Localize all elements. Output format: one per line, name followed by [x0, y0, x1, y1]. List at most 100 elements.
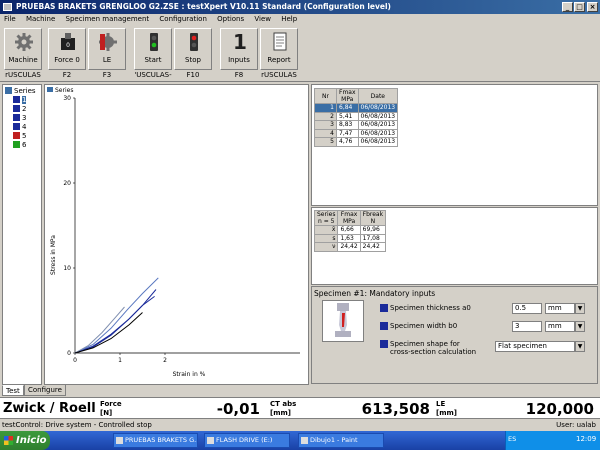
report-icon — [273, 32, 287, 51]
table-cell: 6,66 — [337, 225, 361, 235]
task-flash-drive[interactable]: FLASH DRIVE (E:) — [204, 433, 290, 448]
thickness-unit-dropdown-icon[interactable]: ▼ — [575, 303, 585, 314]
le-key: F3 — [102, 71, 112, 79]
table-row[interactable]: s 1,63 17,08 — [313, 233, 387, 243]
le-readout-label: LE — [436, 400, 446, 408]
menu-bar: File Machine Specimen management Configu… — [0, 14, 600, 25]
column-header[interactable]: Nr — [314, 88, 337, 104]
menu-options[interactable]: Options — [217, 15, 244, 23]
maximize-button[interactable]: □ — [574, 2, 585, 12]
tree-item-6[interactable]: 6 — [13, 141, 26, 150]
table-cell: 4 — [314, 128, 337, 138]
table-row[interactable]: 4 7,47 06/08/2013 — [314, 128, 399, 138]
column-header[interactable]: Fmax MPa — [336, 88, 359, 104]
le-button[interactable]: LE — [88, 28, 126, 70]
results-table: Nr Fmax MPa Date 1 6,84 06/08/2013 2 5,41 06/08/2… — [314, 88, 399, 147]
tree-item-2[interactable]: 2 — [13, 105, 26, 114]
thickness-input[interactable]: 0.5 — [512, 303, 542, 314]
task-paint[interactable]: Dibujo1 - Paint — [298, 433, 384, 448]
header-unit: N — [370, 218, 376, 225]
column-header[interactable]: Fmax MPa — [337, 210, 361, 226]
column-header[interactable]: Series n = 5 — [313, 210, 339, 226]
table-row[interactable]: 5 4,76 06/08/2013 — [314, 137, 399, 147]
report-button[interactable]: Report — [260, 28, 298, 70]
width-unit-select[interactable]: mm — [545, 321, 575, 332]
menu-file[interactable]: File — [4, 15, 16, 23]
task-testxpert[interactable]: PRUEBAS BRAKETS G... — [113, 433, 198, 448]
inputs-key: F8 — [234, 71, 244, 79]
table-cell: x̄ — [313, 225, 339, 235]
report-key: rUSCULAS — [261, 71, 297, 79]
table-row[interactable]: x̄ 6,66 69,96 — [313, 225, 387, 235]
language-indicator[interactable]: ES — [508, 435, 516, 443]
specimen-icon — [13, 123, 20, 130]
table-row[interactable]: 3 8,83 06/08/2013 — [314, 120, 399, 130]
column-header[interactable]: Date — [357, 88, 399, 104]
tree-item-5[interactable]: 5 — [13, 132, 26, 141]
legend-label: Series — [55, 87, 73, 94]
tree-item-3[interactable]: 3 — [13, 114, 26, 123]
status-line: testControl: Drive system - Controlled s… — [0, 420, 600, 431]
x-tick-label: 1 — [118, 357, 122, 364]
tree-root-series[interactable]: Series — [5, 87, 36, 96]
legend-icon — [47, 87, 53, 92]
column-header[interactable]: Fbreak N — [359, 210, 387, 226]
table-row[interactable]: 1 6,84 06/08/2013 — [314, 103, 399, 113]
shape-dropdown-icon[interactable]: ▼ — [575, 341, 585, 352]
width-icon — [380, 322, 388, 330]
minimize-button[interactable]: _ — [562, 2, 573, 12]
table-cell: 06/08/2013 — [357, 128, 399, 138]
windows-logo-icon — [4, 436, 13, 445]
stress-strain-chart: Series 0 10 20 30 0 1 2 Strain in % Stress in … — [47, 87, 300, 378]
report-label: Report — [267, 56, 291, 64]
inputs-button[interactable]: 1 Inputs — [220, 28, 258, 70]
table-cell: 5 — [314, 137, 337, 147]
stats-table: Series n = 5 Fmax MPa Fbreak Nx̄ 6,66 69,96 s 1,6… — [313, 210, 387, 252]
table-cell: 2 — [314, 111, 337, 121]
menu-help[interactable]: Help — [281, 15, 297, 23]
start-key: 'USCULAS- — [134, 71, 172, 79]
menu-configuration[interactable]: Configuration — [159, 15, 206, 23]
tree-item-1[interactable]: 1 — [13, 96, 27, 105]
table-cell: 06/08/2013 — [357, 103, 399, 113]
series-folder-icon — [5, 87, 12, 94]
width-unit-dropdown-icon[interactable]: ▼ — [575, 321, 585, 332]
tab-test[interactable]: Test — [2, 385, 24, 396]
thickness-unit-select[interactable]: mm — [545, 303, 575, 314]
taskbar: Inicio PRUEBAS BRAKETS G... FLASH DRIVE … — [0, 431, 600, 450]
shape-select[interactable]: Flat specimen — [495, 341, 575, 352]
specimen-title: Specimen #1: Mandatory inputs — [314, 289, 436, 298]
specimen-clamp-icon — [335, 303, 351, 337]
y-tick-label: 10 — [63, 265, 71, 272]
ct-label: CT abs — [270, 400, 297, 408]
header-line: Fbreak — [362, 211, 384, 218]
table-cell: 69,96 — [359, 225, 387, 235]
table-cell: 06/08/2013 — [357, 137, 399, 147]
menu-machine[interactable]: Machine — [26, 15, 55, 23]
start-button[interactable]: Start — [134, 28, 172, 70]
brand-logo: Zwick / Roell — [3, 401, 96, 416]
force-zero-icon: 0 — [61, 33, 75, 50]
menu-specimen-management[interactable]: Specimen management — [66, 15, 150, 23]
specimen-icon — [13, 114, 20, 121]
tab-configure[interactable]: Configure — [24, 385, 66, 396]
readout-bar: Zwick / Roell Force [N] -0,01 CT abs [mm… — [0, 397, 600, 419]
start-menu-button[interactable]: Inicio — [0, 431, 50, 450]
svg-text:0: 0 — [66, 42, 70, 49]
close-button[interactable]: × — [587, 2, 598, 12]
x-tick-label: 0 — [73, 357, 77, 364]
width-input[interactable]: 3 — [512, 321, 542, 332]
table-cell: 17,08 — [359, 233, 387, 243]
table-row[interactable]: ν 24,42 24,42 — [313, 242, 387, 252]
tree-item-4[interactable]: 4 — [13, 123, 26, 132]
header-line: Fmax — [339, 89, 356, 96]
table-row[interactable]: 2 5,41 06/08/2013 — [314, 111, 399, 121]
menu-view[interactable]: View — [254, 15, 271, 23]
thickness-icon — [380, 304, 388, 312]
machine-label: Machine — [8, 56, 38, 64]
window-title: PRUEBAS BRAKETS GRENGLOO G2.ZSE : testXp… — [16, 2, 391, 11]
folder-icon — [207, 437, 214, 444]
machine-button[interactable]: Machine — [4, 28, 42, 70]
stop-button[interactable]: Stop — [174, 28, 212, 70]
force-zero-button[interactable]: 0 Force 0 — [48, 28, 86, 70]
